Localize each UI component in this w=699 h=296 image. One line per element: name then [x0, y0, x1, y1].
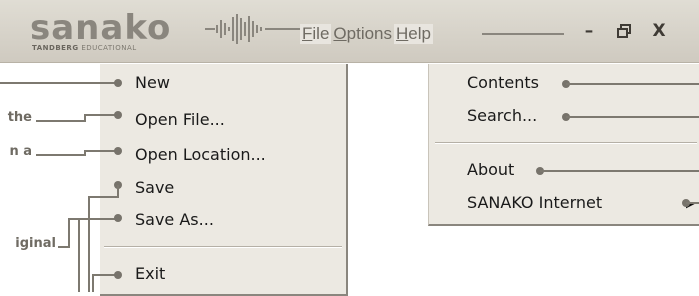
menu-item-label: About [467, 160, 515, 179]
callout-dot-open-location [114, 147, 122, 155]
title-bar-rule [482, 33, 564, 35]
menu-item-open-location[interactable]: Open Location... [135, 142, 266, 168]
menu-file-mnemonic: F [302, 24, 313, 43]
callout-line-open-location [36, 154, 86, 156]
menu-item-about[interactable]: About [467, 157, 514, 183]
callout-dot-open-file [114, 111, 122, 119]
callout-line-sanako-internet [686, 202, 699, 204]
minimize-button[interactable]: – [578, 20, 600, 42]
menu-options[interactable]: Options [331, 24, 394, 44]
menu-item-contents[interactable]: Contents [467, 70, 539, 96]
callout-line-exit-v [92, 274, 94, 292]
logo-tagline-rest: EDUCATIONAL [81, 44, 137, 52]
callout-line-save-as-v [68, 218, 70, 248]
menu-item-label: Open File... [135, 110, 225, 129]
menu-item-label: Exit [135, 264, 166, 283]
restore-icon [617, 24, 631, 38]
menu-item-label: Search... [467, 106, 538, 125]
callout-line-new [0, 82, 118, 84]
menu-options-label: ptions [346, 24, 393, 43]
menu-separator [435, 142, 697, 144]
close-button[interactable]: X [648, 20, 670, 42]
file-menu: New Open File... Open Location... Save S… [100, 64, 348, 296]
callout-dot-exit [114, 271, 122, 279]
callout-label-save-as: iginal [15, 236, 56, 251]
menu-file[interactable]: File [300, 24, 332, 44]
menu-item-label: Open Location... [135, 145, 266, 164]
menu-options-mnemonic: O [333, 24, 347, 43]
callout-line-about [540, 170, 699, 172]
menu-item-save[interactable]: Save [135, 175, 174, 201]
callout-label-open-location: n a [9, 144, 32, 159]
logo-tagline: TANDBERG EDUCATIONAL [32, 44, 137, 52]
menu-item-label: SANAKO Internet [467, 193, 603, 212]
menu-item-sanako-internet[interactable]: SANAKO Internet [467, 190, 602, 216]
title-bar: sanako TANDBERG EDUCATIONAL File Options… [0, 0, 699, 63]
callout-line-save-v2 [88, 196, 90, 292]
callout-label-open-file: the [7, 110, 32, 125]
callout-dot-save-as [114, 214, 122, 222]
callout-line-open-file-2 [84, 114, 118, 116]
callout-line-contents [566, 83, 699, 85]
logo-wordmark: sanako [30, 8, 172, 48]
menu-item-exit[interactable]: Exit [135, 261, 165, 287]
logo-tagline-brand: TANDBERG [32, 44, 79, 52]
menu-item-save-as[interactable]: Save As... [135, 207, 214, 233]
menu-help-mnemonic: H [396, 24, 409, 43]
help-menu: Contents Search... About SANAKO Internet… [428, 64, 699, 226]
menu-item-label: Contents [467, 73, 539, 92]
menu-bar: File Options Help [300, 22, 433, 46]
menu-item-search[interactable]: Search... [467, 103, 537, 129]
callout-line-save-h [88, 196, 119, 198]
menu-help[interactable]: Help [394, 24, 433, 44]
menu-separator [104, 246, 342, 248]
sanako-logo: sanako TANDBERG EDUCATIONAL [30, 8, 205, 54]
menu-item-new[interactable]: New [135, 70, 170, 96]
callout-line-save-as-2 [68, 218, 118, 220]
menu-help-label: elp [408, 24, 431, 43]
waveform-icon [205, 14, 300, 44]
callout-line-save-as-v2 [78, 218, 80, 292]
callout-dot-new [114, 79, 122, 87]
callout-line-open-file [36, 120, 86, 122]
callout-line-search [566, 116, 699, 118]
menu-item-label: Save As... [135, 210, 214, 229]
restore-button[interactable] [613, 20, 635, 42]
menu-item-label: New [135, 73, 170, 92]
menu-file-label: ile [312, 24, 330, 43]
callout-line-open-location-2 [84, 150, 118, 152]
menu-item-open-file[interactable]: Open File... [135, 107, 225, 133]
menu-item-label: Save [135, 178, 175, 197]
